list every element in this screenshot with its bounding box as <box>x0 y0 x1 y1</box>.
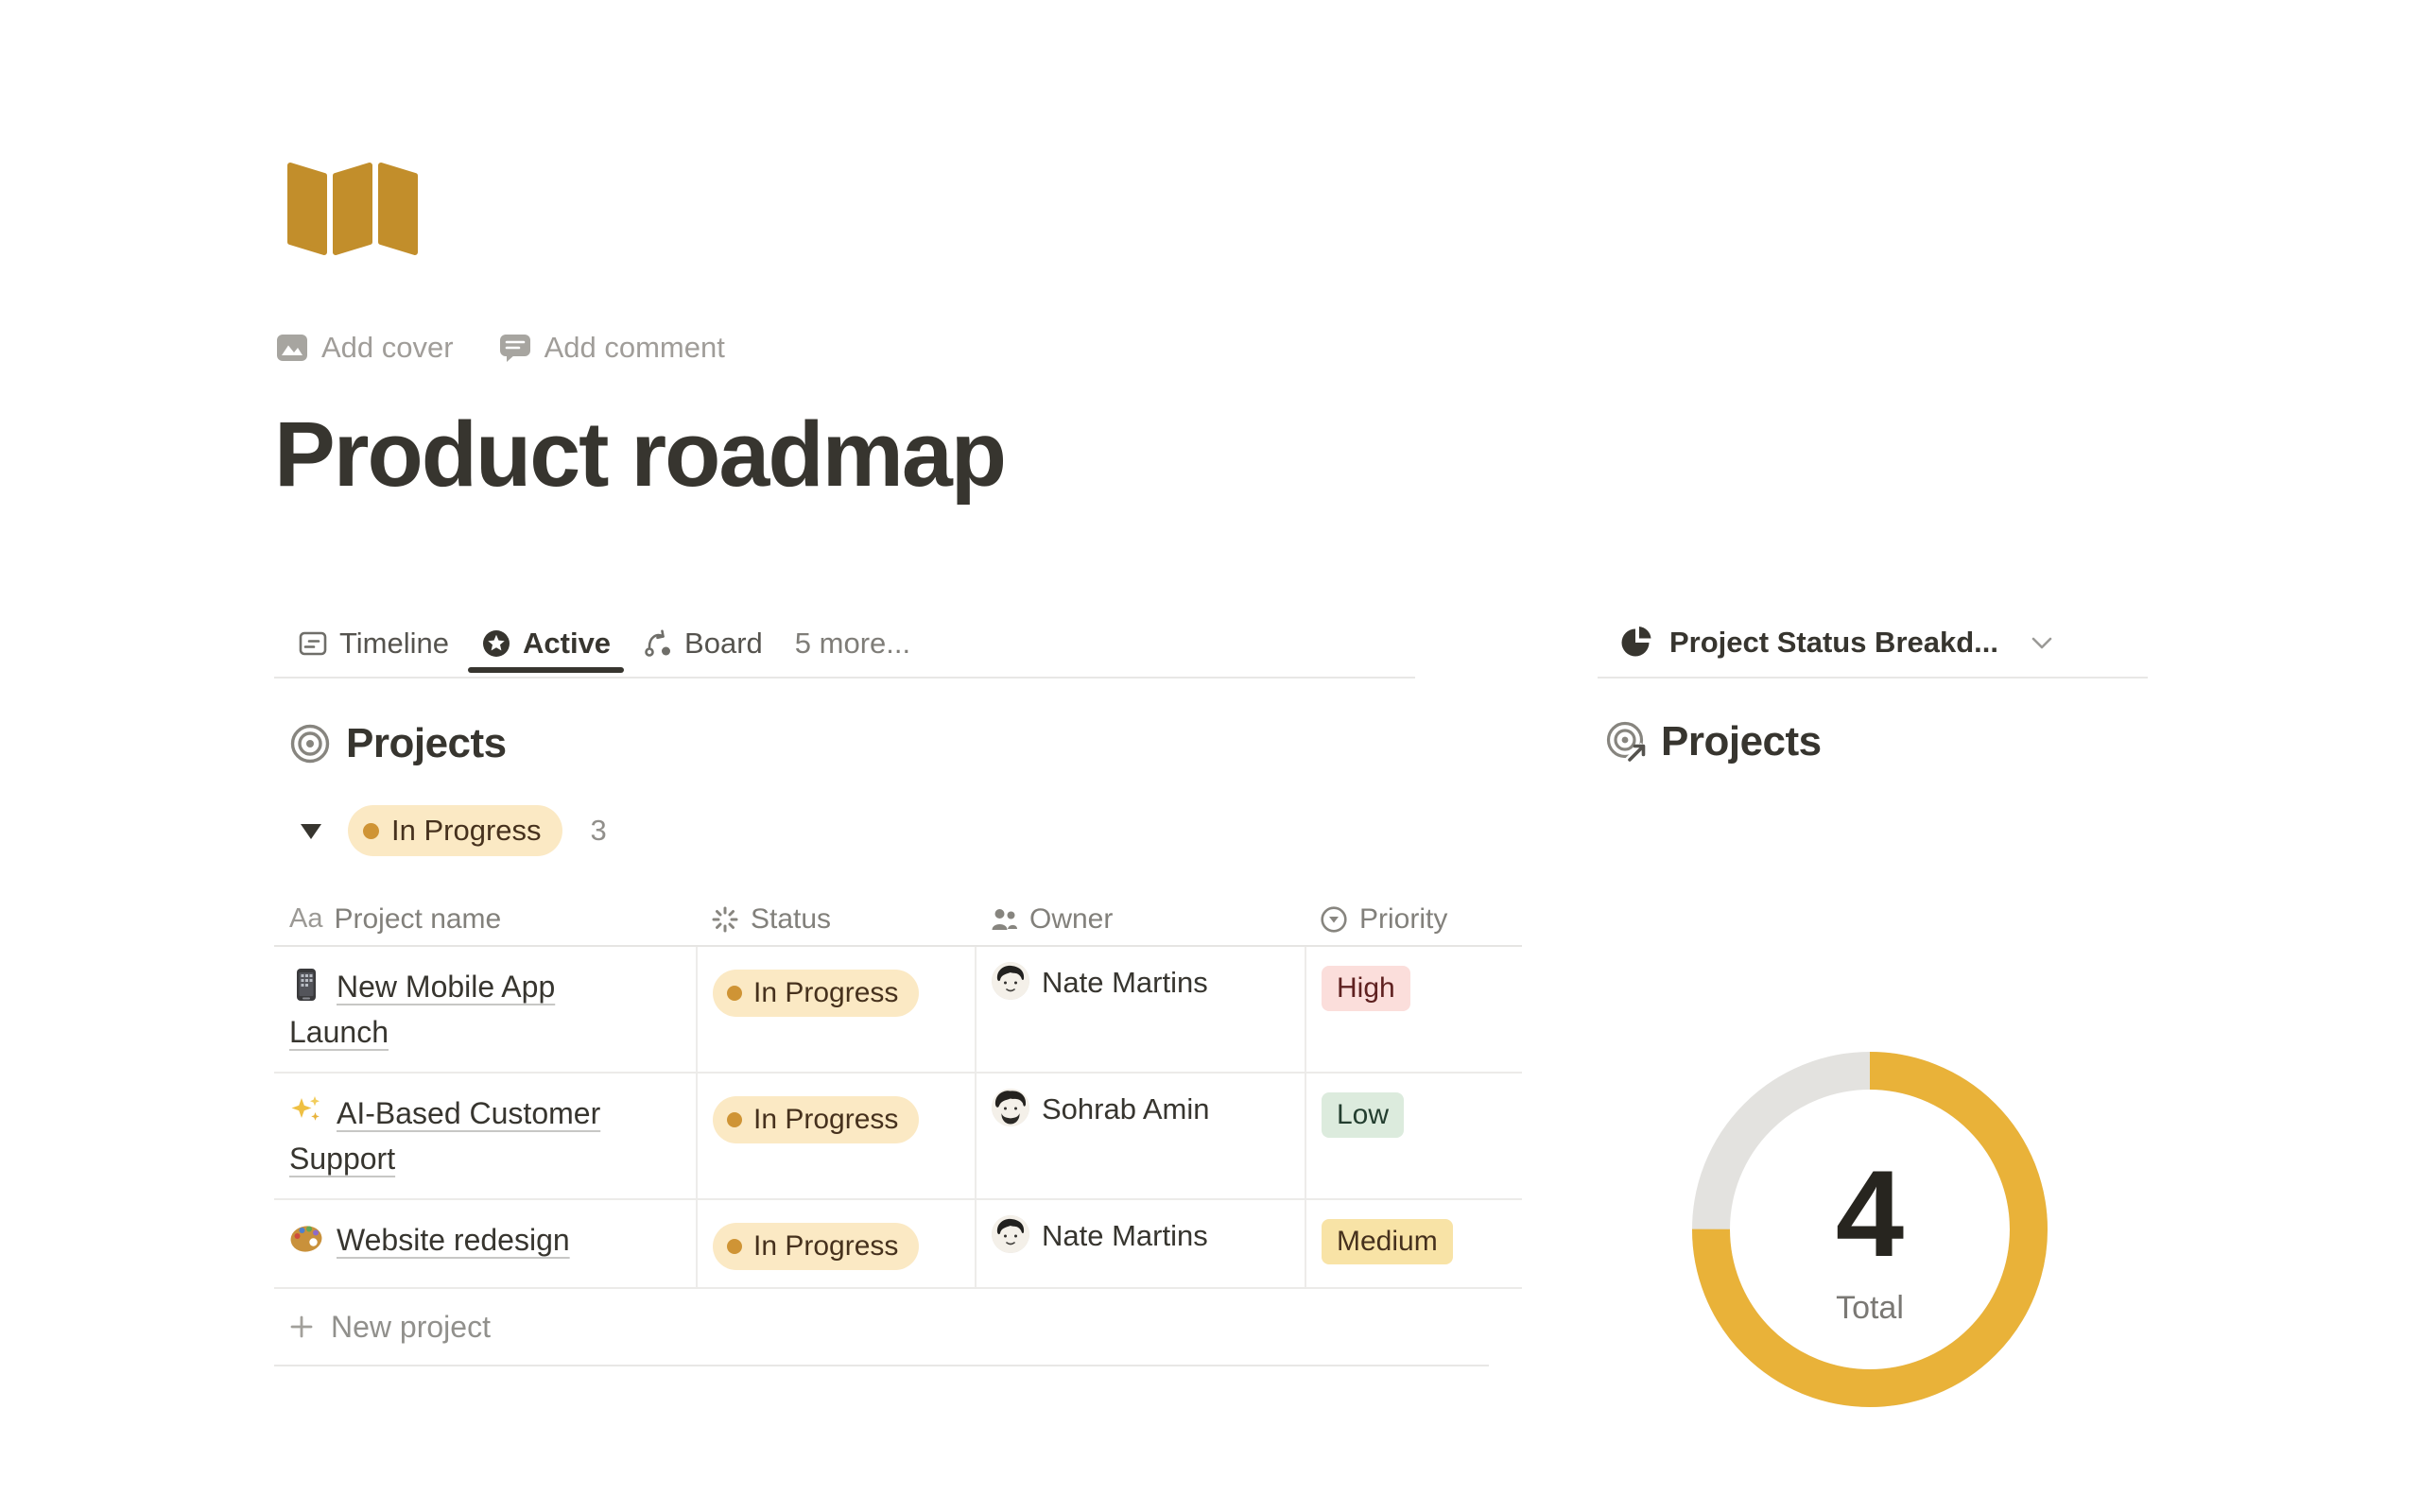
project-name-cell[interactable]: New Mobile App Launch <box>274 947 696 1072</box>
phone-icon <box>289 968 323 1002</box>
palette-icon <box>289 1221 323 1255</box>
page-actions: Add cover Add comment <box>276 331 725 365</box>
status-cell: In Progress <box>696 947 975 1072</box>
notion-page: Add cover Add comment Product roadmap Ti… <box>0 0 2420 1512</box>
tab-label: Board <box>684 627 763 661</box>
status-cell: In Progress <box>696 1200 975 1287</box>
panel-divider <box>1598 677 2148 679</box>
image-icon <box>276 334 308 362</box>
tabs-divider <box>274 677 1415 679</box>
priority-tag[interactable]: Medium <box>1322 1219 1453 1264</box>
status-cell: In Progress <box>696 1074 975 1198</box>
project-link[interactable]: New Mobile App Launch <box>289 970 555 1049</box>
priority-icon <box>1320 905 1348 934</box>
status-group-pill[interactable]: In Progress <box>348 805 562 856</box>
column-header-status[interactable]: Status <box>696 893 975 945</box>
owner-name: Nate Martins <box>1042 1215 1208 1257</box>
tab-timeline[interactable]: Timeline <box>298 627 449 661</box>
toggle-triangle-icon[interactable] <box>299 820 323 841</box>
avatar-nate-martins <box>992 1215 1029 1253</box>
tab-label: 5 more... <box>795 627 910 661</box>
people-icon <box>990 905 1018 934</box>
priority-tag[interactable]: High <box>1322 966 1410 1011</box>
chart-view-tab[interactable]: Project Status Breakd... <box>1618 612 2053 673</box>
chart-view-title: Project Status Breakd... <box>1669 626 1998 660</box>
status-dot <box>727 1112 742 1127</box>
target-arrow-icon <box>1605 720 1649 764</box>
priority-tag[interactable]: Low <box>1322 1092 1404 1138</box>
owner-name: Nate Martins <box>1042 962 1208 1004</box>
table-row: New Mobile App Launch In Progress <box>274 947 1522 1074</box>
status-pill[interactable]: In Progress <box>713 1223 919 1270</box>
project-link[interactable]: AI-Based Customer Support <box>289 1096 600 1176</box>
tab-label: Active <box>523 627 611 661</box>
projects-title: Projects <box>346 720 507 767</box>
board-icon <box>643 628 673 659</box>
add-cover-button[interactable]: Add cover <box>276 331 454 365</box>
avatar-sohrab-amin <box>992 1089 1029 1126</box>
tab-board[interactable]: Board <box>643 627 763 661</box>
group-count: 3 <box>591 814 607 848</box>
new-project-button[interactable]: New project <box>274 1289 1489 1366</box>
tab-active[interactable]: Active <box>481 627 611 661</box>
star-icon <box>481 628 511 659</box>
text-icon: Aa <box>289 903 322 935</box>
donut-chart[interactable]: 4 Total <box>1671 1031 2068 1428</box>
add-comment-label: Add comment <box>544 331 725 365</box>
priority-cell: High <box>1305 947 1522 1072</box>
status-dot <box>727 986 742 1001</box>
add-cover-label: Add cover <box>321 331 454 365</box>
project-link[interactable]: Website redesign <box>337 1223 570 1257</box>
table-row: Website redesign In Progress <box>274 1200 1522 1289</box>
project-name-cell[interactable]: Website redesign <box>274 1200 696 1287</box>
chevron-down-icon <box>2031 636 2053 650</box>
priority-cell: Low <box>1305 1074 1522 1198</box>
map-icon[interactable] <box>284 149 424 261</box>
add-comment-button[interactable]: Add comment <box>499 331 725 365</box>
projects-section-header: Projects <box>289 720 507 767</box>
sparkles-icon <box>289 1094 323 1128</box>
owner-cell[interactable]: Nate Martins <box>975 947 1305 1072</box>
table-row: AI-Based Customer Support In Progress <box>274 1074 1522 1200</box>
linked-projects-header: Projects <box>1605 718 1822 765</box>
status-group-row: In Progress 3 <box>299 805 607 856</box>
status-pill[interactable]: In Progress <box>713 1096 919 1143</box>
status-pill[interactable]: In Progress <box>713 970 919 1017</box>
owner-cell[interactable]: Sohrab Amin <box>975 1074 1305 1198</box>
project-name-cell[interactable]: AI-Based Customer Support <box>274 1074 696 1198</box>
spinner-icon <box>711 905 739 934</box>
new-project-label: New project <box>331 1310 491 1345</box>
timeline-icon <box>298 628 328 659</box>
column-header-owner[interactable]: Owner <box>975 893 1305 945</box>
avatar-nate-martins <box>992 962 1029 1000</box>
pie-chart-icon <box>1618 626 1652 660</box>
owner-cell[interactable]: Nate Martins <box>975 1200 1305 1287</box>
column-header-project-name[interactable]: Aa Project name <box>274 893 696 945</box>
owner-name: Sohrab Amin <box>1042 1089 1210 1130</box>
tab-label: Timeline <box>339 627 449 661</box>
comment-icon <box>499 334 531 363</box>
tab-more-views[interactable]: 5 more... <box>795 627 910 661</box>
plus-icon <box>287 1313 316 1341</box>
status-dot <box>727 1239 742 1254</box>
status-group-label: In Progress <box>391 814 542 848</box>
view-tabs: Timeline Active Board 5 more... <box>298 614 910 673</box>
projects-table: Aa Project name Status Ow <box>274 893 1522 1366</box>
table-header: Aa Project name Status Ow <box>274 893 1522 947</box>
target-icon <box>289 723 331 765</box>
linked-projects-title: Projects <box>1661 718 1822 765</box>
page-title: Product roadmap <box>274 402 1005 507</box>
priority-cell: Medium <box>1305 1200 1522 1287</box>
status-dot <box>363 823 379 839</box>
column-header-priority[interactable]: Priority <box>1305 893 1522 945</box>
